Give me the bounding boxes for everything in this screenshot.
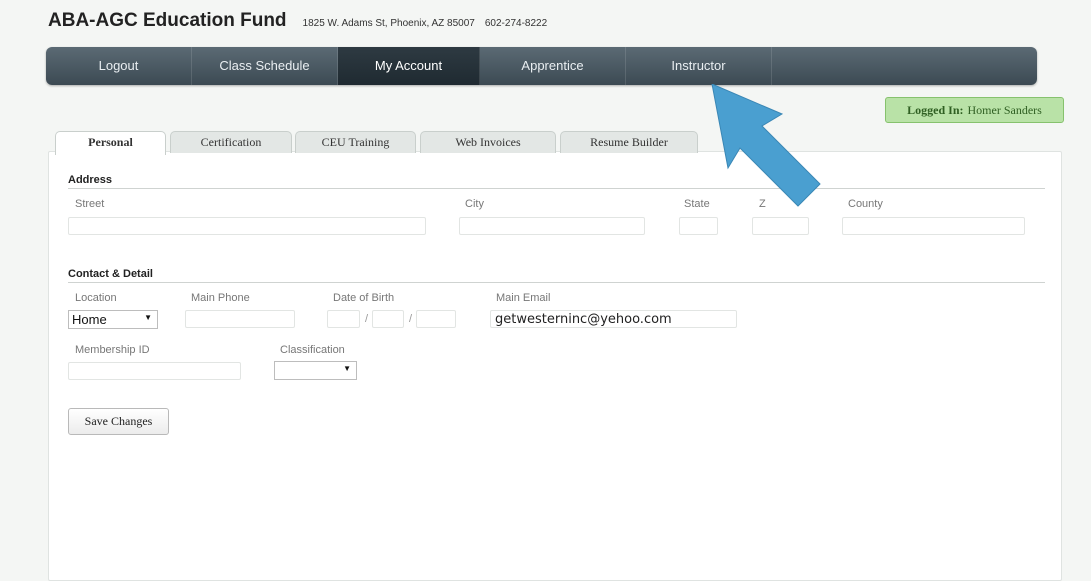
membership-id-input[interactable] (68, 362, 241, 380)
main-email-input[interactable]: getwesterninc@yehoo.com (490, 310, 737, 328)
nav-apprentice[interactable]: Apprentice (480, 47, 626, 85)
address-divider (68, 188, 1045, 189)
street-input[interactable] (68, 217, 426, 235)
zip-input[interactable] (752, 217, 809, 235)
classification-select[interactable]: ▼ (274, 361, 357, 380)
main-phone-input[interactable] (185, 310, 295, 328)
site-header: ABA-AGC Education Fund 1825 W. Adams St,… (48, 10, 547, 36)
highlight-arrow-icon (711, 84, 821, 207)
classification-label: Classification (280, 344, 345, 356)
contact-heading: Contact & Detail (68, 268, 153, 280)
tab-ceu-training[interactable]: CEU Training (295, 131, 416, 153)
dob-year-input[interactable] (416, 310, 456, 328)
logged-in-badge: Logged In: Homer Sanders (885, 97, 1064, 123)
dob-separator: / (365, 313, 369, 325)
location-value: Home (72, 312, 107, 327)
dob-day-input[interactable] (372, 310, 404, 328)
main-email-label: Main Email (496, 292, 551, 304)
logged-in-label: Logged In: (907, 102, 964, 117)
dob-label: Date of Birth (333, 292, 395, 304)
nav-class-schedule[interactable]: Class Schedule (192, 47, 338, 85)
membership-id-label: Membership ID (75, 344, 150, 356)
county-input[interactable] (842, 217, 1025, 235)
location-select[interactable]: Home ▼ (68, 310, 158, 329)
logged-in-user: Homer Sanders (967, 102, 1042, 117)
chevron-down-icon: ▼ (343, 364, 351, 373)
street-label: Street (75, 198, 105, 210)
address-heading: Address (68, 174, 113, 186)
tab-personal[interactable]: Personal (55, 131, 166, 155)
location-label: Location (75, 292, 117, 304)
dob-separator: / (409, 313, 413, 325)
tab-resume-builder[interactable]: Resume Builder (560, 131, 698, 153)
site-phone: 602-274-8222 (484, 18, 548, 29)
chevron-down-icon: ▼ (144, 313, 152, 322)
contact-divider (68, 282, 1045, 283)
city-input[interactable] (459, 217, 645, 235)
site-address: 1825 W. Adams St, Phoenix, AZ 85007 (302, 18, 475, 29)
tab-certification[interactable]: Certification (170, 131, 292, 153)
county-label: County (848, 198, 883, 210)
main-nav: Logout Class Schedule My Account Apprent… (46, 47, 1037, 85)
save-changes-button[interactable]: Save Changes (68, 408, 169, 435)
city-label: City (465, 198, 484, 210)
dob-month-input[interactable] (327, 310, 360, 328)
nav-my-account[interactable]: My Account (338, 47, 480, 85)
tab-web-invoices[interactable]: Web Invoices (420, 131, 556, 153)
main-phone-label: Main Phone (191, 292, 250, 304)
nav-logout[interactable]: Logout (46, 47, 192, 85)
state-input[interactable] (679, 217, 718, 235)
nav-instructor[interactable]: Instructor (626, 47, 772, 85)
site-title: ABA-AGC Education Fund (48, 10, 287, 31)
